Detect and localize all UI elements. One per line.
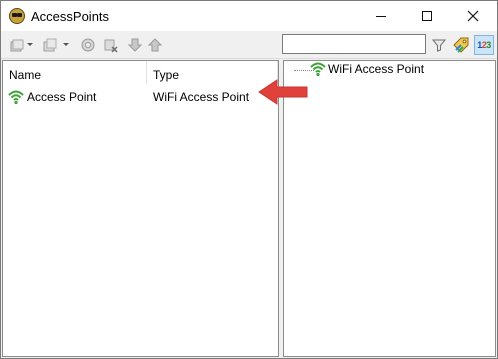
row-name-cell: Access Point [27, 90, 97, 104]
wifi-icon [8, 90, 24, 105]
numbering-button[interactable]: 123 [474, 35, 494, 55]
annotation-arrow-icon [258, 79, 308, 105]
copy-item-icon[interactable] [42, 37, 58, 53]
app-icon [9, 8, 25, 24]
new-item-icon[interactable] [9, 37, 25, 53]
row-type-cell: WiFi Access Point [153, 90, 250, 104]
title-bar[interactable]: AccessPoints [1, 1, 497, 31]
move-down-icon[interactable] [127, 37, 143, 53]
minimize-button[interactable] [358, 1, 404, 31]
column-header-name[interactable]: Name [3, 61, 147, 84]
delete-icon[interactable] [103, 37, 119, 53]
tag-color-icon [453, 37, 469, 53]
wifi-icon [310, 62, 326, 77]
list-row[interactable]: Access Point WiFi Access Point [3, 86, 278, 108]
move-up-icon[interactable] [147, 37, 163, 53]
main-window: AccessPoints 1 2 3 Name Type Access Poin… [0, 0, 498, 359]
new-dropdown-chevron-icon[interactable] [27, 43, 33, 46]
tree-item-label: WiFi Access Point [328, 62, 425, 76]
copy-dropdown-chevron-icon[interactable] [63, 43, 69, 46]
list-header: Name Type [3, 61, 278, 84]
maximize-icon [422, 11, 432, 21]
maximize-button[interactable] [404, 1, 450, 31]
window-title: AccessPoints [31, 9, 110, 24]
numbering-digit-3: 3 [486, 40, 491, 50]
minimize-icon [376, 15, 386, 17]
tag-button[interactable] [451, 35, 471, 55]
close-button[interactable] [450, 1, 496, 31]
close-icon [467, 10, 479, 22]
toolbar: 123 [1, 31, 497, 59]
properties-icon[interactable] [80, 37, 96, 53]
filter-button[interactable] [429, 35, 449, 55]
tree-node[interactable]: WiFi Access Point [284, 61, 495, 81]
tree-pane[interactable]: WiFi Access Point [283, 60, 496, 357]
filter-icon [431, 39, 447, 52]
search-input[interactable] [282, 34, 426, 54]
list-pane[interactable]: Name Type Access Point WiFi Access Point [2, 60, 279, 357]
